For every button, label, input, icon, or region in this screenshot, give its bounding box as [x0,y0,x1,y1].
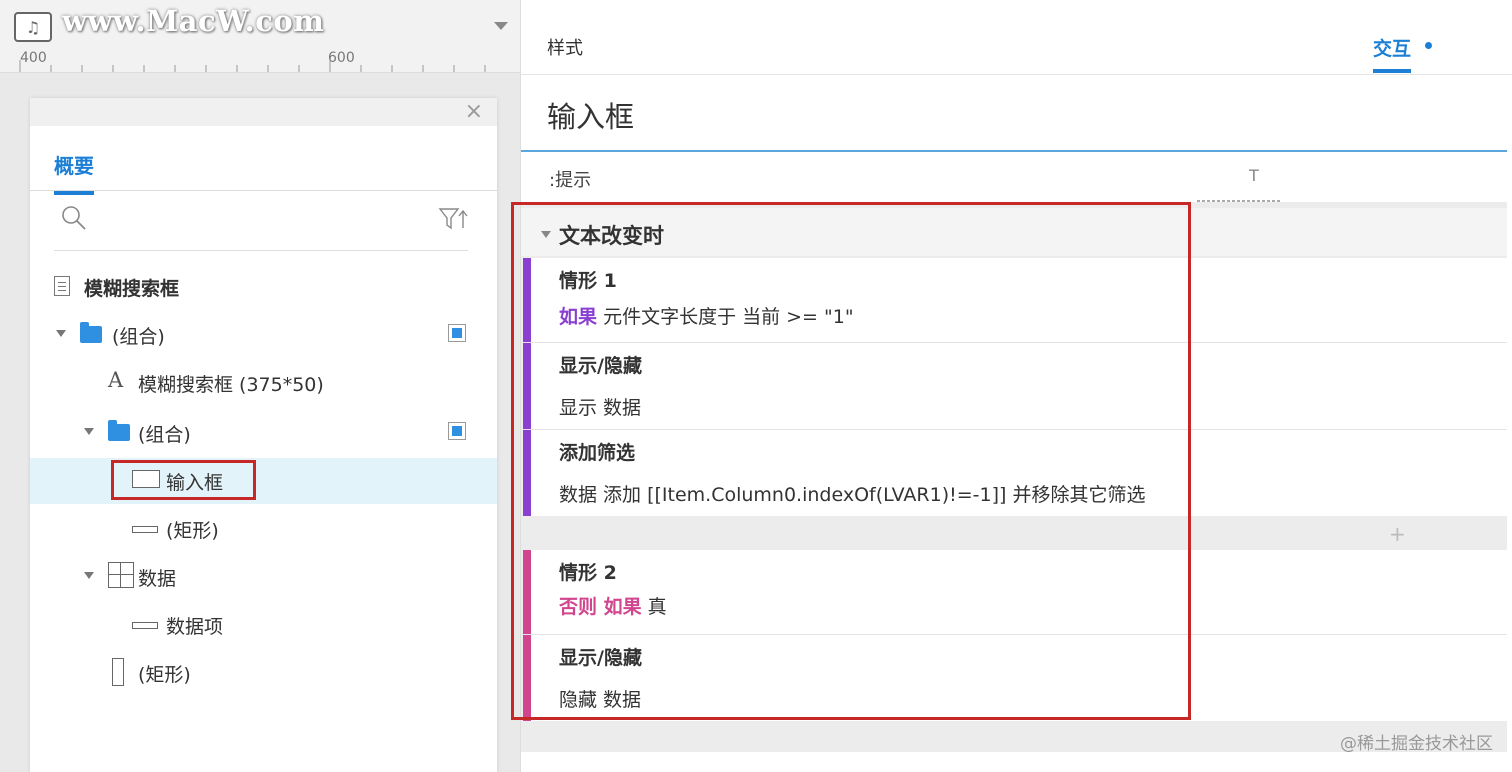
tree-item-label: (组合) [138,424,191,446]
panel-header: × [30,98,497,126]
inspector-tabs: 样式 交互 [521,0,1512,75]
filter-icon[interactable] [438,206,468,232]
tree-item-group[interactable]: (组合) [30,312,497,358]
tree-item-label: 数据 [138,568,177,590]
watermark-text: www.MacW.com [62,4,325,38]
tree-item-label: 数据项 [166,616,224,638]
add-case-button[interactable]: + [1389,522,1406,546]
tree-item-label: 模糊搜索框 [84,278,180,300]
tree-item-label: (矩形) [166,520,219,542]
tree-item-label: 模糊搜索框 (375*50) [138,374,324,396]
highlight-box [111,460,256,500]
watermark-logo-icon: ♫ [14,12,52,42]
rectangle-icon [132,526,158,533]
tree-item-repeater[interactable]: 数据 [30,554,497,600]
tree-item-label: (矩形) [138,664,191,686]
rectangle-icon [132,622,158,629]
tree-item-rectangle[interactable]: (矩形) [30,650,497,696]
folder-icon [108,420,130,441]
page-icon [54,276,70,296]
search-icon[interactable] [60,204,88,232]
hint-label: :提示 [549,170,592,191]
close-icon[interactable]: × [465,100,483,124]
highlight-box [511,202,1191,720]
tree-item-text[interactable]: A 模糊搜索框 (375*50) [30,360,497,406]
outline-panel: × 概要 模糊搜索框 (组合) A 模糊搜索框 (375*50) (组合) 输入… [30,98,497,772]
ruler-ticks [19,60,486,72]
visibility-toggle-icon[interactable] [448,422,466,440]
chevron-down-icon[interactable] [494,22,508,30]
modified-dot-icon [1425,42,1432,49]
tree-item-label: (组合) [112,326,165,348]
tree-item-rectangle[interactable]: (矩形) [30,506,497,552]
widget-name-field[interactable]: 输入框 [547,94,634,136]
ruler: ♫ www.MacW.com 400 600 [0,0,520,73]
tab-interaction[interactable]: 交互 [1373,34,1412,73]
tree-item-page[interactable]: 模糊搜索框 [30,264,497,310]
divider [54,250,468,251]
tree-item-input[interactable]: 输入框 [30,458,497,504]
watermark-credit: @稀土掘金技术社区 [1340,734,1493,754]
folder-icon [80,322,102,343]
caret-down-icon[interactable] [56,330,66,337]
repeater-icon [108,562,134,588]
tree-item-rectangle[interactable]: 数据项 [30,602,497,648]
search-input[interactable] [96,206,430,234]
caret-down-icon[interactable] [84,572,94,579]
text-type-icon[interactable]: T [1249,166,1259,185]
tab-style[interactable]: 样式 [547,34,583,60]
tab-outline[interactable]: 概要 [54,150,94,195]
tree-item-group[interactable]: (组合) [30,410,497,456]
caret-down-icon[interactable] [84,428,94,435]
text-icon: A [108,368,124,392]
divider [30,190,497,191]
rectangle-icon [112,658,124,686]
hint-field[interactable]: :提示 T [521,152,1512,202]
left-pane: ♫ www.MacW.com 400 600 × 概要 模糊搜索框 (组合) A… [0,0,520,772]
visibility-toggle-icon[interactable] [448,324,466,342]
